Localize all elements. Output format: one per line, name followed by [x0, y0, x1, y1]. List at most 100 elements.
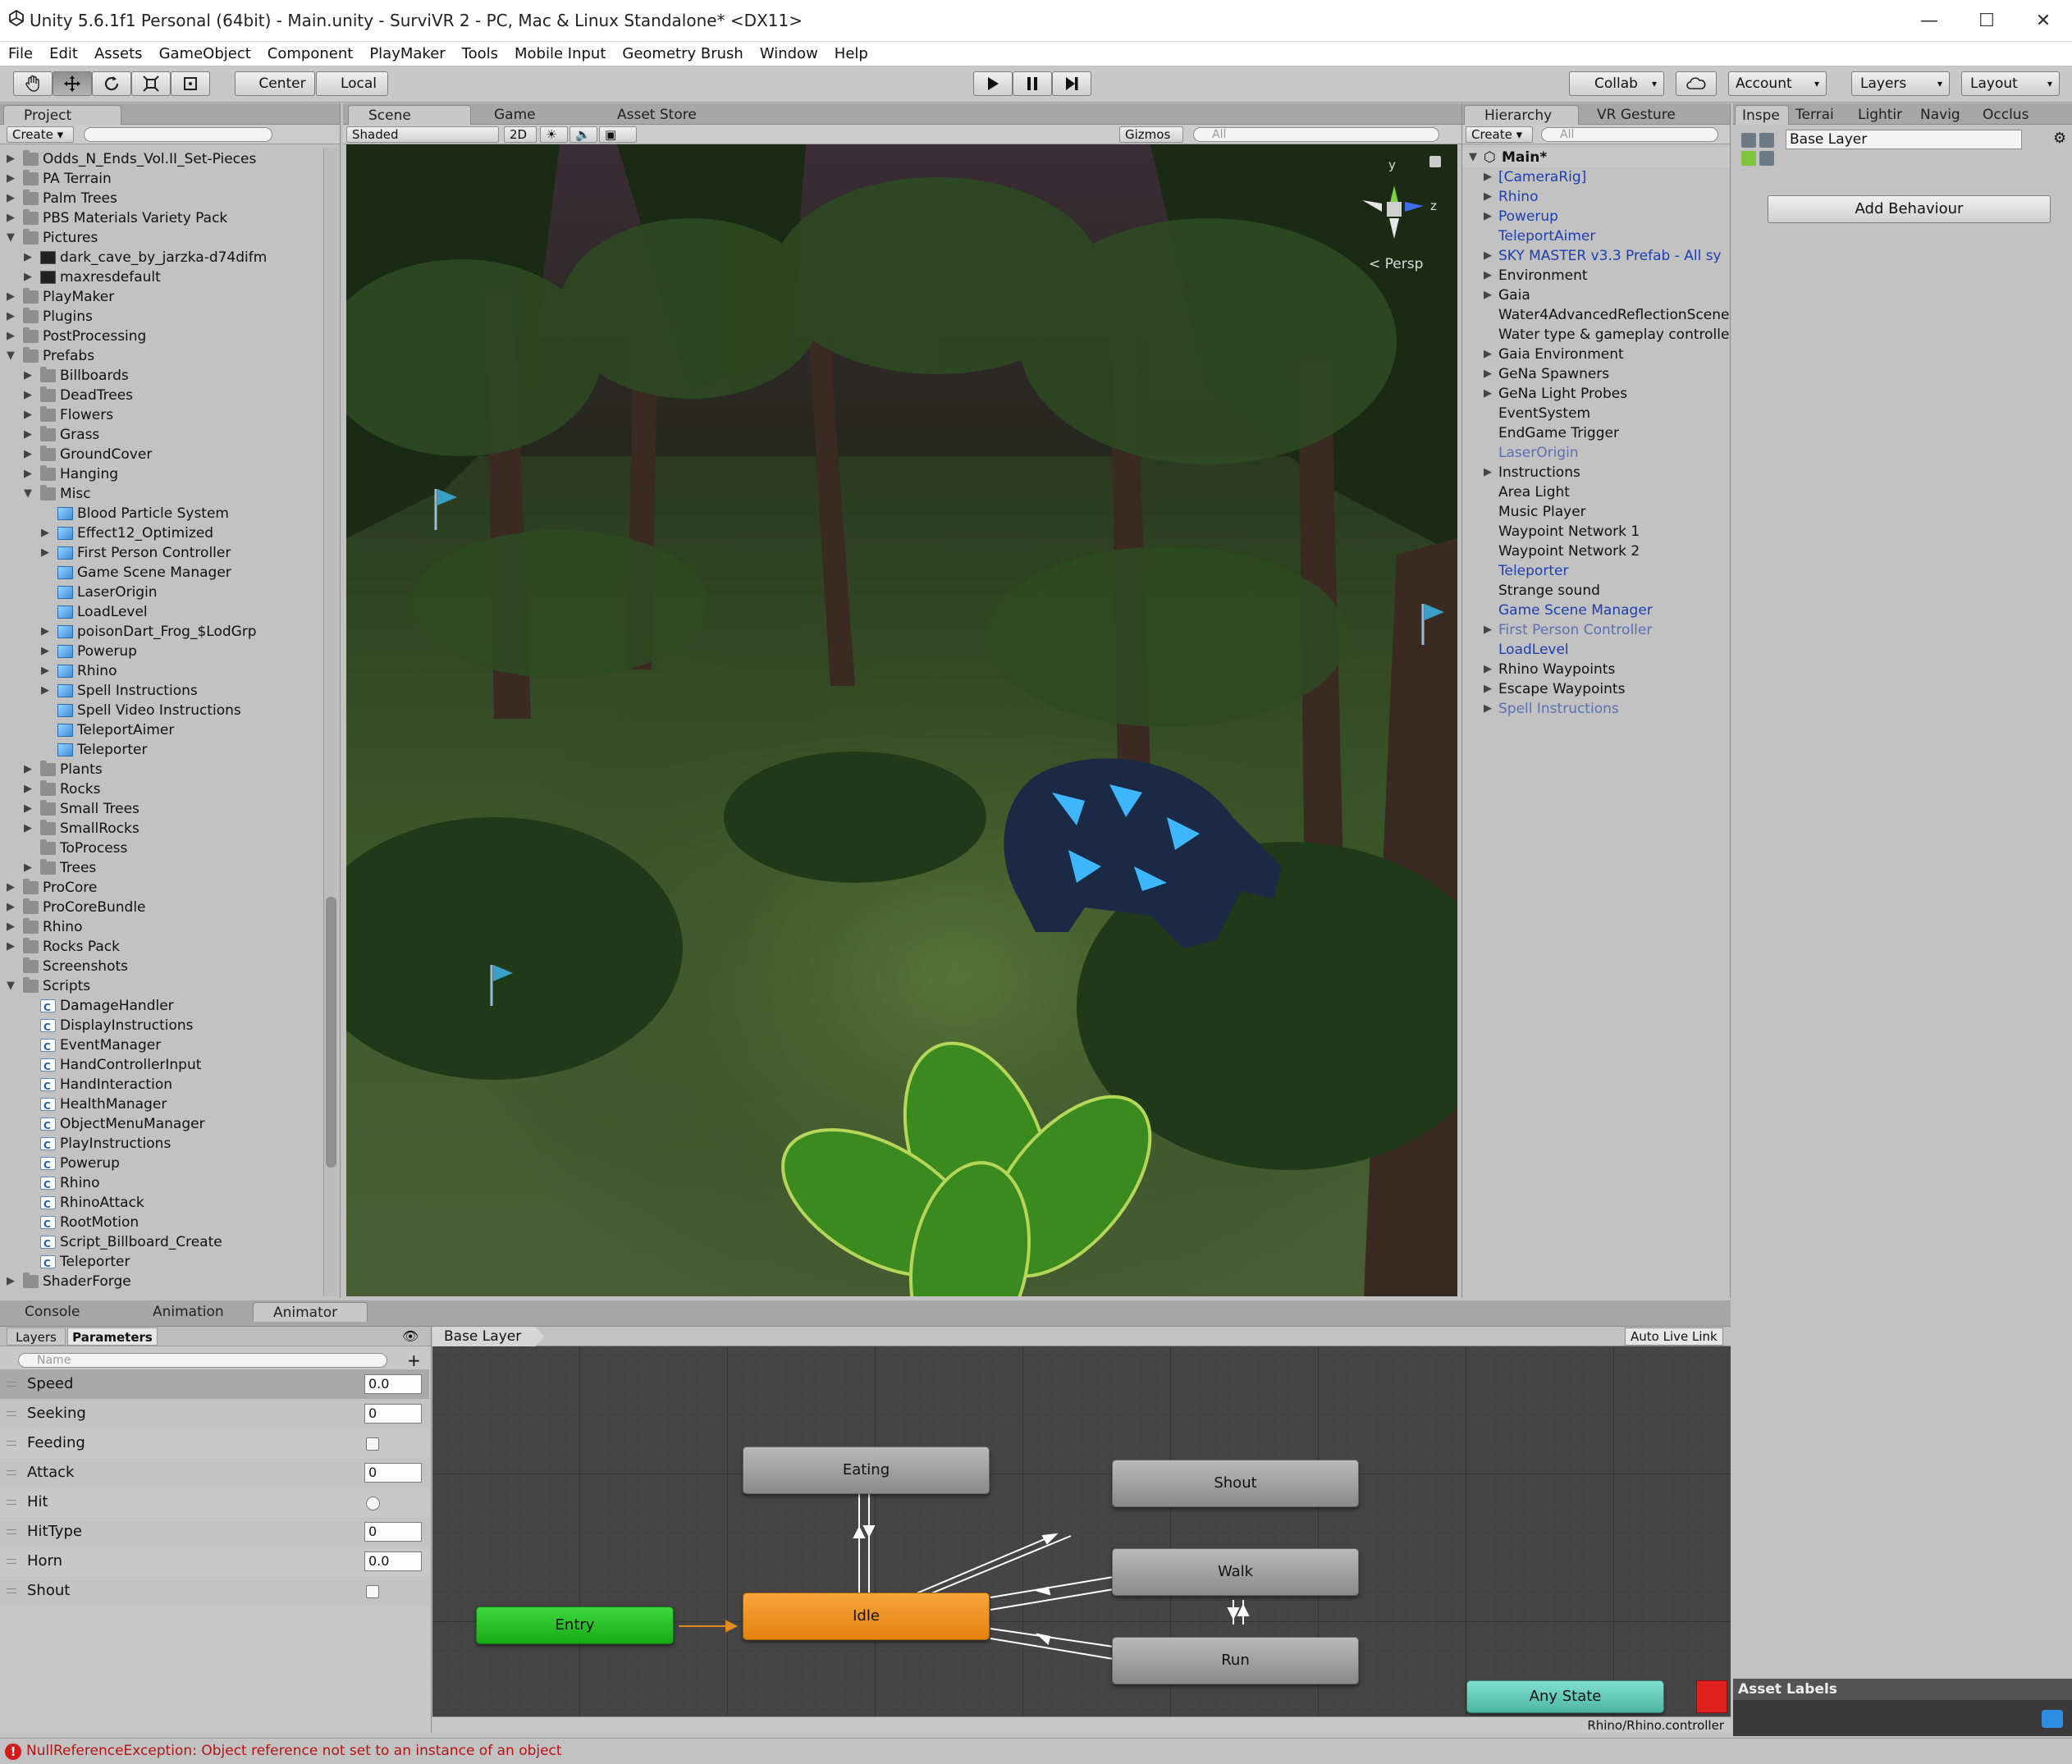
- tab-asset-store[interactable]: Asset Store: [597, 105, 745, 125]
- project-item[interactable]: ▶ PBS Materials Variety Pack: [0, 208, 324, 228]
- collapsed-arrow-icon[interactable]: ▶: [1484, 345, 1492, 364]
- menu-edit[interactable]: Edit: [41, 42, 86, 62]
- tab-animation[interactable]: Animation: [133, 1302, 254, 1322]
- menu-tools[interactable]: Tools: [454, 42, 506, 62]
- add-parameter-icon[interactable]: +: [407, 1350, 421, 1370]
- close-button[interactable]: ✕: [2015, 0, 2072, 42]
- project-item[interactable]: Blood Particle System: [0, 504, 324, 523]
- drag-handle-icon[interactable]: [7, 1470, 16, 1475]
- hierarchy-item[interactable]: Strange sound: [1462, 581, 1730, 601]
- collapsed-arrow-icon[interactable]: ▶: [1484, 463, 1492, 482]
- hierarchy-item[interactable]: ▶ Rhino Waypoints: [1462, 660, 1730, 679]
- parameter-row[interactable]: Speed 0.0: [0, 1369, 429, 1399]
- project-item[interactable]: ▶ Powerup: [0, 642, 324, 661]
- expanded-arrow-icon[interactable]: ▼: [7, 228, 15, 248]
- drag-handle-icon[interactable]: [7, 1382, 16, 1387]
- hierarchy-item[interactable]: EventSystem: [1462, 404, 1730, 423]
- parameter-value-field[interactable]: 0.0: [364, 1374, 422, 1394]
- tab-project[interactable]: Project: [3, 105, 121, 125]
- menu-help[interactable]: Help: [826, 42, 876, 62]
- project-item[interactable]: Rhino: [0, 1173, 324, 1195]
- parameter-value-field[interactable]: 0.0: [364, 1551, 422, 1571]
- drag-handle-icon[interactable]: [7, 1529, 16, 1534]
- hierarchy-item[interactable]: ▶ GeNa Light Probes: [1462, 384, 1730, 404]
- project-item[interactable]: ▶ PostProcessing: [0, 327, 324, 346]
- project-item[interactable]: ▶ Rocks: [0, 779, 324, 799]
- hierarchy-item[interactable]: ▶ Instructions: [1462, 463, 1730, 482]
- project-item[interactable]: Spell Video Instructions: [0, 701, 324, 720]
- collapsed-arrow-icon[interactable]: ▶: [41, 523, 49, 543]
- auto-live-link-toggle[interactable]: Auto Live Link: [1625, 1328, 1723, 1346]
- collapsed-arrow-icon[interactable]: ▶: [1484, 286, 1492, 305]
- collapsed-arrow-icon[interactable]: ▶: [7, 898, 15, 917]
- state-walk[interactable]: Walk: [1112, 1548, 1359, 1596]
- project-item[interactable]: ▶ Hanging: [0, 464, 324, 484]
- project-scrollbar[interactable]: [323, 148, 338, 1296]
- tab-vr-gesture[interactable]: VR Gesture: [1577, 105, 1708, 125]
- collapsed-arrow-icon[interactable]: ▶: [24, 405, 32, 425]
- parameter-trigger-radio[interactable]: [366, 1497, 380, 1510]
- scene-viewport[interactable]: y z < Persp: [346, 144, 1457, 1296]
- menu-mobile-input[interactable]: Mobile Input: [506, 42, 614, 62]
- project-create-dropdown[interactable]: Create ▾: [7, 126, 75, 143]
- state-run[interactable]: Run: [1112, 1637, 1359, 1684]
- status-bar[interactable]: ! NullReferenceException: Object referen…: [0, 1738, 2072, 1764]
- scene-search-input[interactable]: All: [1193, 127, 1439, 142]
- project-search-input[interactable]: [84, 127, 272, 142]
- collapsed-arrow-icon[interactable]: ▶: [7, 287, 15, 307]
- scale-tool-button[interactable]: [131, 71, 171, 96]
- tab-game[interactable]: Game: [474, 105, 589, 125]
- project-item[interactable]: Teleporter: [0, 740, 324, 760]
- drag-handle-icon[interactable]: [7, 1441, 16, 1446]
- collapsed-arrow-icon[interactable]: ▶: [24, 445, 32, 464]
- hierarchy-item[interactable]: ▶ GeNa Spawners: [1462, 364, 1730, 384]
- hierarchy-item[interactable]: Area Light: [1462, 482, 1730, 502]
- collapsed-arrow-icon[interactable]: ▶: [7, 307, 15, 327]
- scene-root-row[interactable]: ▼ ⬡ Main*: [1462, 148, 1730, 167]
- collapsed-arrow-icon[interactable]: ▶: [24, 779, 32, 799]
- project-item[interactable]: HandControllerInput: [0, 1055, 324, 1076]
- hierarchy-item[interactable]: Music Player: [1462, 502, 1730, 522]
- cloud-button[interactable]: [1676, 71, 1717, 96]
- hierarchy-item[interactable]: EndGame Trigger: [1462, 423, 1730, 443]
- project-item[interactable]: ▶ Rhino: [0, 661, 324, 681]
- persp-label[interactable]: < Persp: [1369, 256, 1423, 272]
- rect-tool-button[interactable]: [171, 71, 210, 96]
- drag-handle-icon[interactable]: [7, 1559, 16, 1564]
- pause-button[interactable]: [1013, 71, 1052, 96]
- tab-console[interactable]: Console: [5, 1302, 128, 1322]
- settings-gear-icon[interactable]: ⚙: [2053, 130, 2066, 147]
- subtab-layers[interactable]: Layers: [7, 1328, 66, 1346]
- hierarchy-item[interactable]: ▶ SKY MASTER v3.3 Prefab - All sy: [1462, 246, 1730, 266]
- project-item[interactable]: ▶ ShaderForge: [0, 1272, 324, 1291]
- collapsed-arrow-icon[interactable]: ▶: [41, 543, 49, 563]
- collapsed-arrow-icon[interactable]: ▶: [7, 1272, 15, 1291]
- hierarchy-item[interactable]: Game Scene Manager: [1462, 601, 1730, 620]
- tab-scene[interactable]: Scene: [348, 105, 471, 125]
- parameter-row[interactable]: HitType 0: [0, 1517, 429, 1547]
- collapsed-arrow-icon[interactable]: ▶: [1484, 679, 1492, 699]
- toggle-2d-button[interactable]: 2D: [504, 126, 537, 143]
- hierarchy-item[interactable]: ▶ First Person Controller: [1462, 620, 1730, 640]
- project-item[interactable]: ▶ SmallRocks: [0, 819, 324, 839]
- animator-graph[interactable]: Base Layer Auto Live Link Eating Shout W…: [432, 1327, 1731, 1733]
- project-item[interactable]: ▶ Grass: [0, 425, 324, 445]
- move-tool-button[interactable]: [53, 71, 92, 96]
- hierarchy-item[interactable]: ▶ Environment: [1462, 266, 1730, 286]
- subtab-parameters[interactable]: Parameters: [67, 1328, 158, 1346]
- project-item[interactable]: Script_Billboard_Create: [0, 1232, 324, 1254]
- collapsed-arrow-icon[interactable]: ▶: [24, 267, 32, 287]
- project-item[interactable]: Teleporter: [0, 1252, 324, 1273]
- project-item[interactable]: LoadLevel: [0, 602, 324, 622]
- project-item[interactable]: LaserOrigin: [0, 583, 324, 602]
- project-item[interactable]: RootMotion: [0, 1213, 324, 1234]
- menu-playmaker[interactable]: PlayMaker: [361, 42, 453, 62]
- hierarchy-item[interactable]: Teleporter: [1462, 561, 1730, 581]
- collapsed-arrow-icon[interactable]: ▶: [1484, 660, 1492, 679]
- parameter-search-input[interactable]: Name: [18, 1353, 387, 1368]
- tab-animator[interactable]: Animator: [253, 1302, 368, 1322]
- collapsed-arrow-icon[interactable]: ▶: [1484, 207, 1492, 226]
- project-item[interactable]: ▶ GroundCover: [0, 445, 324, 464]
- menu-gameobject[interactable]: GameObject: [151, 42, 259, 62]
- hierarchy-item[interactable]: ▶ Escape Waypoints: [1462, 679, 1730, 699]
